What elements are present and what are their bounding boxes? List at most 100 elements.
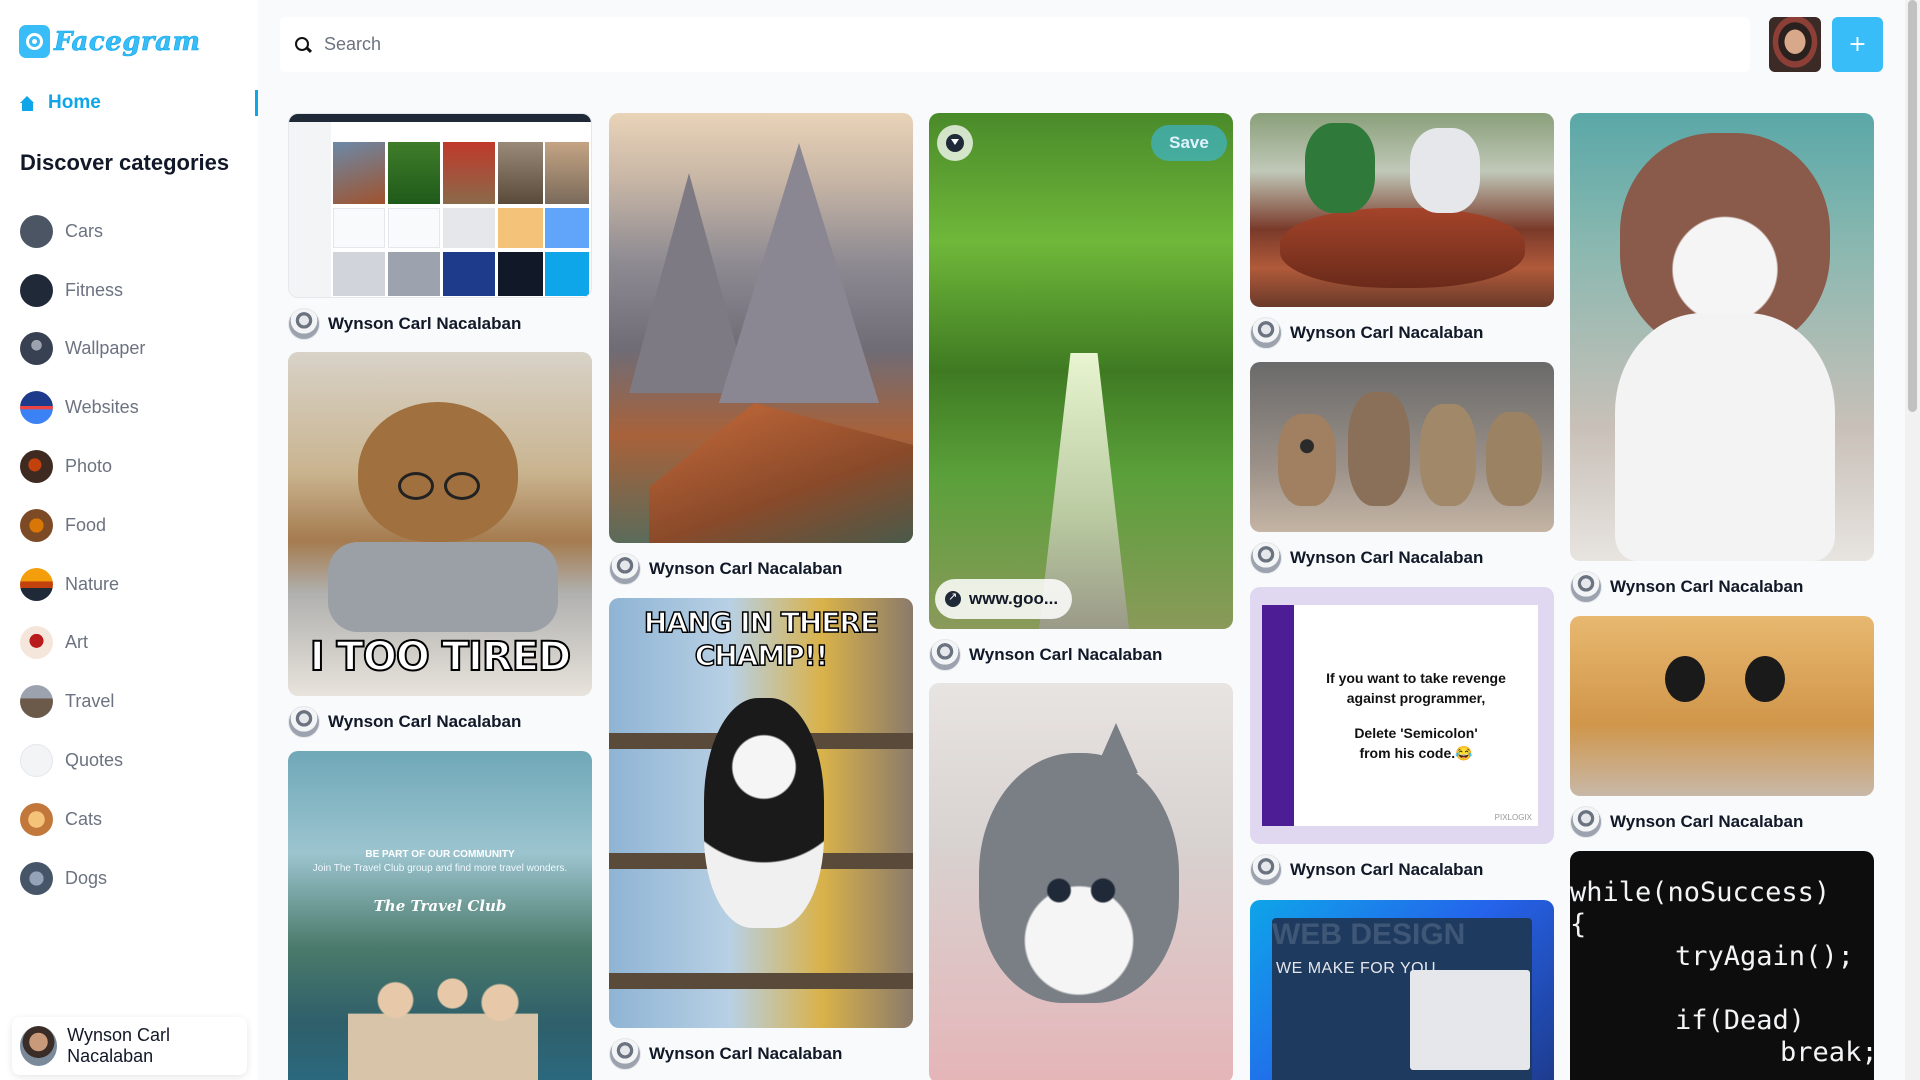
pin-card[interactable]: I TOO TIRED Wynson Carl Nacalaban — [288, 352, 592, 738]
pin-card[interactable]: Wynson Carl Nacalaban — [1570, 113, 1874, 603]
pin-image[interactable] — [609, 113, 913, 543]
sidebar-item-fitness[interactable]: Fitness — [20, 261, 145, 320]
pin-author[interactable]: Wynson Carl Nacalaban — [1250, 317, 1554, 349]
pin-image[interactable] — [1570, 113, 1874, 561]
category-thumbnail — [20, 273, 53, 307]
author-name: Wynson Carl Nacalaban — [328, 314, 522, 333]
quote-line: If you want to take revenge — [1326, 669, 1506, 686]
author-name: Wynson Carl Nacalaban — [1610, 812, 1804, 831]
pin-author[interactable]: Wynson Carl Nacalaban — [609, 553, 913, 585]
category-label: Wallpaper — [65, 338, 146, 359]
sidebar-item-home[interactable]: Home — [20, 90, 258, 116]
page-scrollbar[interactable] — [1905, 0, 1920, 1080]
sidebar-item-dogs[interactable]: Dogs — [20, 849, 145, 908]
profile-name: Wynson Carl Nacalaban — [67, 1025, 170, 1066]
source-link[interactable]: www.goo... — [935, 579, 1073, 619]
sidebar-item-quotes[interactable]: Quotes — [20, 731, 145, 790]
meme-caption: I TOO TIRED — [309, 633, 573, 681]
download-icon — [946, 134, 964, 152]
sidebar-item-cars[interactable]: Cars — [20, 202, 145, 261]
pin-image[interactable]: BE PART OF OUR COMMUNITY Join The Travel… — [288, 751, 592, 1080]
category-label: Photo — [65, 456, 113, 477]
pin-card[interactable]: Wynson Carl Nacalaban — [609, 113, 913, 585]
author-name: Wynson Carl Nacalaban — [649, 1044, 843, 1063]
pin-image[interactable] — [1250, 113, 1554, 307]
author-avatar — [929, 639, 961, 671]
sidebar-item-food[interactable]: Food — [20, 496, 145, 555]
pin-author[interactable]: Wynson Carl Nacalaban — [929, 639, 1233, 671]
pin-image[interactable] — [1250, 362, 1554, 532]
pin-image[interactable] — [288, 113, 592, 298]
sidebar-item-label: Home — [48, 92, 101, 113]
scrollbar-thumb[interactable] — [1908, 0, 1917, 412]
pin-card[interactable]: while(noSuccess) { tryAgain(); if(Dead) … — [1570, 851, 1874, 1080]
download-button[interactable] — [937, 125, 973, 161]
pin-card[interactable]: HANG IN THERE CHAMP!! Wynson Carl Nacala… — [609, 598, 913, 1070]
sidebar-item-cats[interactable]: Cats — [20, 790, 145, 849]
avatar — [20, 1026, 58, 1066]
pin-image[interactable]: I TOO TIRED — [288, 352, 592, 696]
pin-author[interactable]: Wynson Carl Nacalaban — [288, 706, 592, 738]
pin-author[interactable]: Wynson Carl Nacalaban — [1570, 806, 1874, 838]
author-name: Wynson Carl Nacalaban — [1290, 860, 1484, 879]
pin-image[interactable]: while(noSuccess) { tryAgain(); if(Dead) … — [1570, 851, 1874, 1080]
pin-card[interactable]: Wynson Carl Nacalaban — [1250, 113, 1554, 349]
pin-author[interactable]: Wynson Carl Nacalaban — [288, 308, 592, 340]
category-label: Art — [65, 632, 89, 653]
pin-image[interactable]: WEB DESIGN WE MAKE FOR YOU — [1250, 900, 1554, 1080]
pin-card[interactable]: Wynson Carl Nacalaban — [1250, 362, 1554, 574]
pin-card[interactable]: If you want to take revenge against prog… — [1250, 587, 1554, 886]
sidebar-item-travel[interactable]: Travel — [20, 672, 145, 731]
pin-image[interactable] — [929, 683, 1233, 1080]
pin-author[interactable]: Wynson Carl Nacalaban — [609, 1038, 913, 1070]
source-link-text: www.goo... — [969, 589, 1059, 608]
search-input[interactable] — [324, 34, 1704, 55]
categories-heading: Discover categories — [20, 150, 230, 175]
quote-card: If you want to take revenge against prog… — [1262, 605, 1538, 826]
pin-card[interactable]: BE PART OF OUR COMMUNITY Join The Travel… — [288, 751, 592, 1080]
pin-card[interactable]: WEB DESIGN WE MAKE FOR YOU — [1250, 900, 1554, 1080]
pin-card[interactable] — [929, 683, 1233, 1080]
profile-card[interactable]: Wynson Carl Nacalaban — [12, 1017, 247, 1075]
category-thumbnail — [20, 450, 53, 484]
category-thumbnail — [20, 744, 53, 778]
author-avatar — [288, 706, 320, 738]
save-button[interactable]: Save — [1151, 125, 1227, 161]
promo-brand: The Travel Club — [373, 897, 507, 915]
pin-card[interactable]: Save www.goo... Wynson Carl Nacalaban — [929, 113, 1233, 671]
pin-author[interactable]: Wynson Carl Nacalaban — [1570, 571, 1874, 603]
author-avatar — [1570, 571, 1602, 603]
sidebar-item-art[interactable]: Art — [20, 614, 145, 673]
category-thumbnail — [20, 391, 53, 425]
category-label: Food — [65, 514, 107, 535]
author-avatar — [1250, 317, 1282, 349]
pin-image[interactable]: If you want to take revenge against prog… — [1250, 587, 1554, 844]
user-avatar[interactable] — [1769, 17, 1821, 72]
author-name: Wynson Carl Nacalaban — [1610, 577, 1804, 596]
code-line: tryAgain(); — [1610, 941, 1854, 972]
category-label: Cars — [65, 220, 104, 241]
pin-card[interactable]: Wynson Carl Nacalaban — [1570, 616, 1874, 838]
author-avatar — [288, 308, 320, 340]
code-line: if(Dead) — [1610, 1005, 1806, 1036]
pin-image[interactable]: Save www.goo... — [929, 113, 1233, 629]
pin-image[interactable] — [1570, 616, 1874, 796]
app-logo[interactable]: Facegram — [19, 25, 201, 58]
quote-line: against programmer, — [1346, 690, 1486, 707]
camera-logo-icon — [19, 25, 50, 58]
create-pin-button[interactable]: + — [1832, 17, 1883, 72]
sidebar-item-wallpaper[interactable]: Wallpaper — [20, 320, 145, 379]
author-name: Wynson Carl Nacalaban — [649, 559, 843, 578]
pin-author[interactable]: Wynson Carl Nacalaban — [1250, 854, 1554, 886]
code-line: break; — [1650, 1037, 1874, 1068]
category-thumbnail — [20, 626, 53, 660]
pin-card[interactable]: Wynson Carl Nacalaban — [288, 113, 592, 340]
sidebar-item-photo[interactable]: Photo — [20, 437, 145, 496]
pin-image[interactable]: HANG IN THERE CHAMP!! — [609, 598, 913, 1028]
author-name: Wynson Carl Nacalaban — [969, 645, 1163, 664]
category-thumbnail — [20, 802, 53, 836]
sidebar-item-websites[interactable]: Websites — [20, 378, 145, 437]
pin-author[interactable]: Wynson Carl Nacalaban — [1250, 542, 1554, 574]
search-bar[interactable] — [280, 17, 1750, 72]
sidebar-item-nature[interactable]: Nature — [20, 555, 145, 614]
